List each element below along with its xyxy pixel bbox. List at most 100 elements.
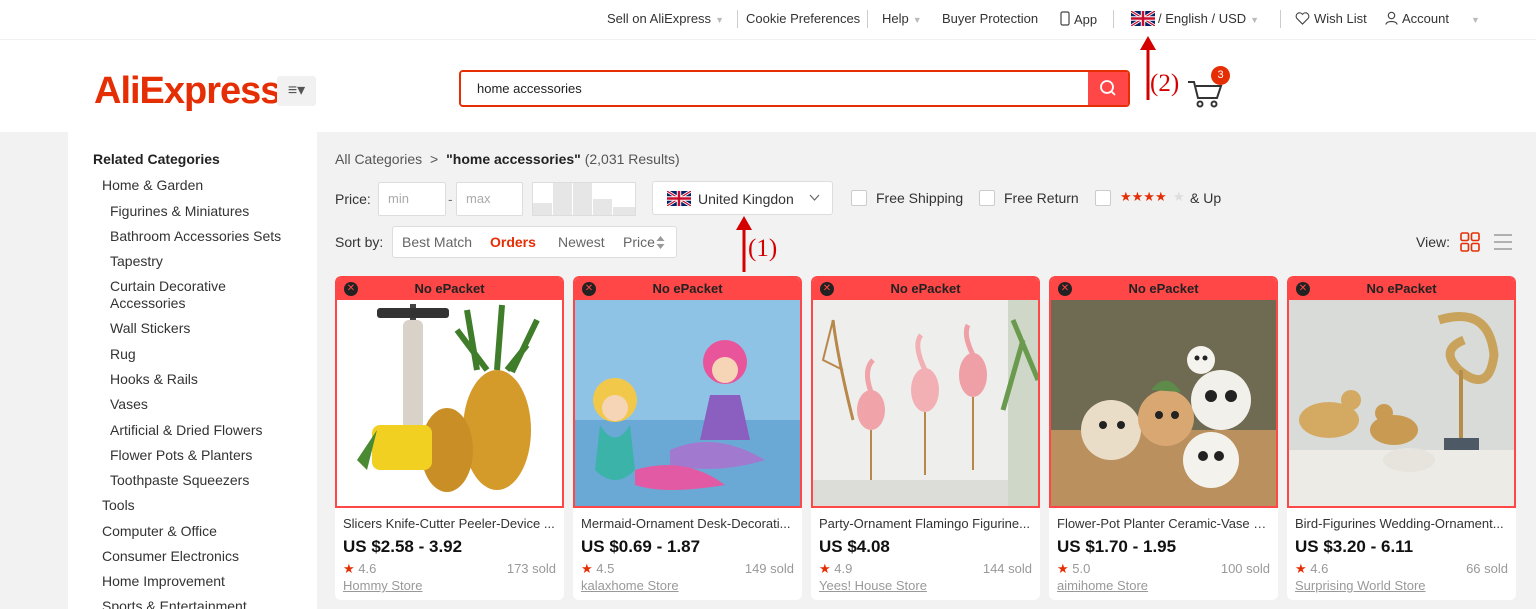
sidebar-item-sports-entertainment[interactable]: Sports & Entertainment: [102, 598, 247, 609]
breadcrumb-query: "home accessories": [446, 151, 581, 167]
uk-flag-icon: [1130, 9, 1156, 28]
product-sold-count: 173 sold: [506, 561, 556, 576]
sidebar-item-rug[interactable]: Rug: [110, 346, 136, 362]
no-epacket-badge: No ePacket: [1289, 278, 1514, 300]
product-rating: ★ 4.5: [581, 561, 614, 577]
sidebar-item-computer-office[interactable]: Computer & Office: [102, 523, 217, 539]
ship-from-dropdown[interactable]: United Kingdon: [652, 181, 833, 215]
sidebar-item-vases[interactable]: Vases: [110, 396, 148, 412]
product-card[interactable]: No ePacket ✕ Party-Ornament Flamingo Fig…: [811, 276, 1040, 600]
product-price: US $1.70 - 1.95: [1057, 537, 1177, 556]
free-shipping-checkbox[interactable]: [851, 190, 867, 206]
rating-stars: ★★★★: [1120, 189, 1167, 204]
sort-best-match[interactable]: Best Match: [402, 234, 472, 250]
divider: [1113, 10, 1114, 28]
help-label: Help: [882, 11, 909, 26]
category-menu-button[interactable]: ≡▾: [277, 76, 316, 106]
search-bar: [459, 70, 1130, 107]
sidebar-item-home-improvement[interactable]: Home Improvement: [102, 573, 225, 589]
sidebar-item-curtain-decorative[interactable]: Curtain Decorative: [110, 278, 226, 294]
product-sold-count: 100 sold: [1220, 561, 1270, 576]
breadcrumb-all-categories[interactable]: All Categories: [335, 151, 422, 167]
product-image-frame: No ePacket ✕: [335, 276, 564, 508]
top-bar: Sell on AliExpress ▼ Cookie Preferences H…: [0, 0, 1536, 40]
app-label: App: [1074, 12, 1098, 27]
search-input[interactable]: [461, 72, 1081, 105]
sell-on-aliexpress-link[interactable]: Sell on AliExpress ▼: [607, 11, 724, 26]
store-link[interactable]: Yees! House Store: [819, 578, 927, 593]
rating-up-label: & Up: [1190, 190, 1222, 206]
sidebar-item-hooks-rails[interactable]: Hooks & Rails: [110, 371, 198, 387]
price-max-input[interactable]: max: [456, 182, 523, 216]
no-epacket-badge: No ePacket: [1051, 278, 1276, 300]
sidebar-item-curtain-decorative-cont[interactable]: Accessories: [110, 295, 185, 311]
app-link[interactable]: App: [1060, 11, 1097, 27]
sort-newest[interactable]: Newest: [558, 234, 605, 250]
product-card[interactable]: No ePacket ✕ Mermaid-Ornament Desk-Decor…: [573, 276, 802, 600]
sort-orders[interactable]: Orders: [490, 234, 536, 250]
related-categories-sidebar: Related Categories Home & Garden Figurin…: [68, 132, 317, 609]
free-return-checkbox[interactable]: [979, 190, 995, 206]
product-image: [337, 300, 562, 506]
chevron-down-icon: ▼: [715, 15, 724, 25]
product-title[interactable]: Slicers Knife-Cutter Peeler-Device ...: [343, 516, 558, 531]
view-label: View:: [1416, 234, 1450, 250]
sidebar-item-home-garden[interactable]: Home & Garden: [102, 177, 203, 193]
sidebar-item-flower-pots[interactable]: Flower Pots & Planters: [110, 447, 252, 463]
sidebar-item-consumer-electronics[interactable]: Consumer Electronics: [102, 548, 239, 564]
sidebar-item-tools[interactable]: Tools: [102, 497, 135, 513]
no-epacket-badge: No ePacket: [575, 278, 800, 300]
account-label: Account: [1402, 11, 1449, 26]
sort-price[interactable]: Price: [623, 234, 655, 250]
rating-checkbox[interactable]: [1095, 190, 1111, 206]
product-title[interactable]: Mermaid-Ornament Desk-Decorati...: [581, 516, 796, 531]
wish-list-label: Wish List: [1314, 11, 1367, 26]
breadcrumb-separator: >: [430, 151, 439, 167]
product-rating: ★ 4.9: [819, 561, 852, 577]
store-link[interactable]: Hommy Store: [343, 578, 422, 593]
sidebar-item-toothpaste-squeezers[interactable]: Toothpaste Squeezers: [110, 472, 249, 488]
star-icon: ★: [819, 561, 831, 576]
aliexpress-logo[interactable]: AliExpress: [94, 70, 281, 113]
store-link[interactable]: Surprising World Store: [1295, 578, 1426, 593]
sidebar-item-wall-stickers[interactable]: Wall Stickers: [110, 320, 190, 336]
sort-arrows-icon: [656, 236, 665, 249]
chevron-down-icon: ▼: [912, 15, 922, 25]
sidebar-item-artificial-flowers[interactable]: Artificial & Dried Flowers: [110, 422, 262, 438]
wish-list-link[interactable]: Wish List: [1295, 11, 1367, 26]
no-epacket-badge: No ePacket: [813, 278, 1038, 300]
product-image-frame: No ePacket ✕: [573, 276, 802, 508]
grid-view-icon[interactable]: [1460, 232, 1480, 252]
search-button[interactable]: [1088, 72, 1128, 105]
account-menu[interactable]: Account ▼: [1385, 11, 1480, 26]
close-circle-icon: ✕: [344, 282, 358, 296]
buyer-protection-link[interactable]: Buyer Protection: [942, 11, 1038, 26]
product-card[interactable]: No ePacket ✕ Flower-Pot Planter Ceramic-…: [1049, 276, 1278, 600]
sidebar-item-bathroom-sets[interactable]: Bathroom Accessories Sets: [110, 228, 281, 244]
help-menu[interactable]: Help ▼: [882, 11, 922, 26]
sidebar-item-tapestry[interactable]: Tapestry: [110, 253, 163, 269]
product-rating: ★ 5.0: [1057, 561, 1090, 577]
product-card[interactable]: No ePacket ✕ Slicers Knife-Cutter Peeler…: [335, 276, 564, 600]
product-title[interactable]: Flower-Pot Planter Ceramic-Vase D...: [1057, 516, 1272, 531]
free-shipping-label: Free Shipping: [876, 190, 964, 206]
product-card[interactable]: No ePacket ✕ Bird-Figurines Wedding-Orna…: [1287, 276, 1516, 600]
product-price: US $4.08: [819, 537, 890, 556]
close-circle-icon: ✕: [1058, 282, 1072, 296]
result-count: (2,031 Results): [584, 151, 680, 167]
list-view-icon[interactable]: [1493, 233, 1513, 251]
language-currency-selector[interactable]: / English / USD ▼: [1130, 9, 1259, 28]
cookie-preferences-link[interactable]: Cookie Preferences: [746, 11, 860, 26]
store-link[interactable]: aimihome Store: [1057, 578, 1148, 593]
store-link[interactable]: kalaxhome Store: [581, 578, 679, 593]
search-icon: [1100, 80, 1116, 96]
sidebar-item-figurines[interactable]: Figurines & Miniatures: [110, 203, 249, 219]
product-image: [1051, 300, 1276, 506]
price-histogram[interactable]: [532, 182, 636, 216]
price-min-input[interactable]: min: [378, 182, 446, 216]
annotation-label-1: (1): [748, 235, 778, 262]
star-icon: ★: [581, 561, 593, 576]
product-price: US $3.20 - 6.11: [1295, 537, 1414, 556]
product-title[interactable]: Party-Ornament Flamingo Figurine...: [819, 516, 1034, 531]
product-title[interactable]: Bird-Figurines Wedding-Ornament...: [1295, 516, 1510, 531]
